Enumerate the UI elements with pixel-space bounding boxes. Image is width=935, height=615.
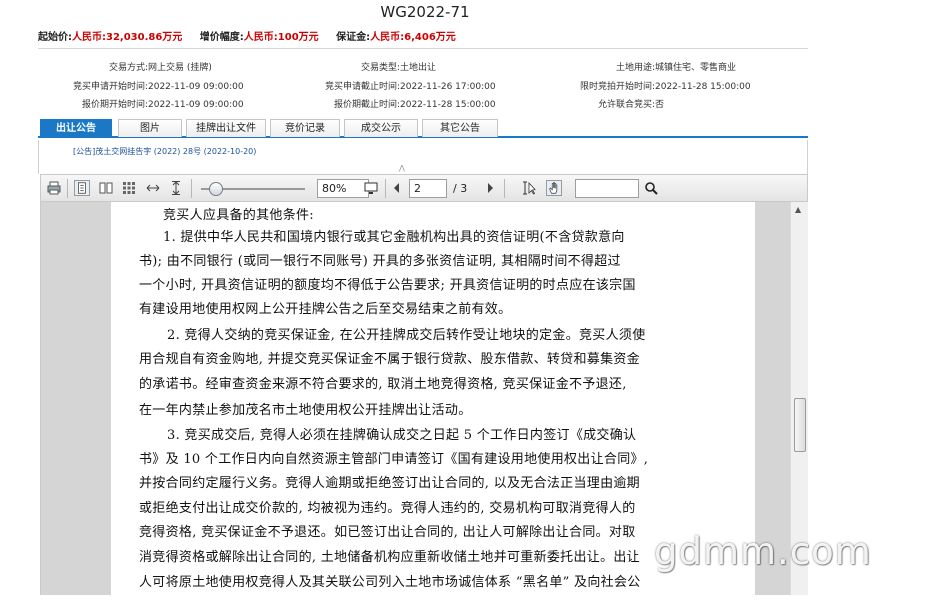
info-value: 2022-11-28 15:00:00 — [655, 82, 751, 92]
info-label: 土地用途: — [615, 63, 655, 73]
info-value: 2022-11-26 17:00:00 — [400, 82, 496, 92]
info-label: 限时竞拍开始时间: — [579, 82, 655, 92]
scroll-up-arrow-icon[interactable]: ▲ — [795, 205, 801, 214]
document-line: 的承诺书。经审查资金来源不符合要求的, 取消土地竞得资格, 竞买保证金不予退还, — [139, 377, 627, 392]
document-line: 消竞得资格或解除出让合同的, 土地储备机构应重新收储土地并可重新委托出让。出让 — [139, 550, 640, 565]
info-value: 土地出让 — [400, 63, 437, 73]
toolbar-separator — [385, 179, 386, 198]
info-land-use: 土地用途:城镇住宅、零售商业 — [550, 60, 736, 73]
single-page-icon[interactable] — [74, 180, 90, 196]
page-title: WG2022-71 — [380, 3, 470, 21]
fit-width-icon[interactable] — [145, 180, 161, 196]
info-quote-end: 报价期截止时间:2022-11-28 15:00:00 — [290, 97, 496, 110]
info-value: 2022-11-28 15:00:00 — [400, 100, 496, 110]
document-line: 书》及 10 个工作日内向自然资源主管部门申请签订《国有建设用地使用权出让合同》… — [139, 452, 649, 467]
info-trade-type: 交易类型:土地出让 — [290, 60, 436, 73]
info-value: 2022-11-09 09:00:00 — [148, 100, 244, 110]
page-total: / 3 — [453, 182, 468, 195]
document-line: 有建设用地使用权网上公开挂牌公告之后至交易结束之前有效。 — [139, 302, 512, 317]
start-price-label: 起始价: — [38, 32, 72, 43]
deposit-label: 保证金: — [336, 32, 371, 43]
info-value: 网上交易 (挂牌) — [148, 63, 212, 73]
tab-listing-documents[interactable]: 挂牌出让文件 — [186, 119, 266, 137]
deposit-value: 人民币:6,406万元 — [370, 32, 456, 43]
thumbnail-grid-icon[interactable] — [121, 180, 137, 196]
document-line: 在一年内禁止参加茂名市土地使用权公开挂牌出让活动。 — [139, 403, 472, 418]
zoom-slider-knob[interactable] — [209, 182, 223, 196]
tab-other-notices[interactable]: 其它公告 — [422, 119, 498, 137]
toolbar-separator — [67, 179, 68, 198]
document-line: 或拒绝支付出让成交价款的, 均被视为违约。竞得人违约的, 交易机构可取消竞得人的 — [139, 501, 636, 516]
tab-bid-records[interactable]: 竞价记录 — [270, 119, 340, 137]
notice-panel: [公告]茂土交网挂告字 (2022) 28号 (2022-10-20) ⋀ — [38, 140, 808, 174]
info-value: 2022-11-09 09:00:00 — [148, 82, 244, 92]
info-value: 城镇住宅、零售商业 — [655, 63, 737, 73]
document-line: 一个小时, 开具资信证明的额度均不得低于公告要求; 开具资信证明的时点应在该宗国 — [139, 278, 636, 293]
site-watermark: gdmm.com — [654, 530, 872, 573]
info-quote-start: 报价期开始时间:2022-11-09 09:00:00 — [45, 97, 244, 110]
fullscreen-monitor-icon[interactable] — [363, 180, 379, 196]
info-label: 允许联合竞买: — [597, 100, 655, 110]
info-label: 竞买申请截止时间: — [324, 82, 400, 92]
info-label: 竞买申请开始时间: — [72, 82, 148, 92]
info-auction-start: 限时竞拍开始时间:2022-11-28 15:00:00 — [550, 79, 751, 92]
document-line: 人可将原土地使用权竞得人及其关联公司列入土地市场诚信体系 “黑名单” 及向社会公 — [139, 575, 641, 590]
pdf-toolbar: 80% 2 / 3 — [40, 174, 808, 202]
document-line: 1. 提供中华人民共和国境内银行或其它金融机构出具的资信证明(不含贷款意向 — [163, 230, 625, 245]
increment-value: 人民币:100万元 — [243, 32, 319, 43]
toolbar-separator — [191, 179, 192, 198]
info-label: 交易类型: — [360, 63, 400, 73]
info-label: 报价期截止时间: — [333, 100, 400, 110]
tab-bar: 出让公告 图片 挂牌出让文件 竞价记录 成交公示 其它公告 — [38, 118, 808, 138]
toolbar-separator — [504, 179, 505, 198]
document-line: 竞得资格, 竞买保证金不予退还。如已签订出让合同的, 出让人可解除出让合同。对取 — [139, 525, 636, 540]
next-page-icon[interactable] — [482, 180, 498, 196]
two-page-icon[interactable] — [98, 180, 114, 196]
collapse-grip-icon[interactable]: ⋀ — [399, 164, 405, 172]
document-line: 并按合同约定履行义务。竞得人逾期或拒绝签订出让合同的, 以及无合法正当理由逾期 — [139, 476, 640, 491]
document-line: 3. 竞买成交后, 竞得人必须在挂牌确认成交之日起 5 个工作日内签订《成交确认 — [167, 428, 637, 443]
info-joint-bid: 允许联合竞买:否 — [550, 97, 664, 110]
start-price-value: 人民币:32,030.86万元 — [72, 32, 183, 43]
info-label: 交易方式: — [108, 63, 148, 73]
info-apply-end: 竞买申请截止时间:2022-11-26 17:00:00 — [290, 79, 496, 92]
print-icon[interactable] — [46, 180, 62, 196]
tab-images[interactable]: 图片 — [118, 119, 182, 137]
hand-tool-icon[interactable] — [546, 180, 562, 196]
tab-transfer-notice[interactable]: 出让公告 — [40, 119, 112, 137]
scrollbar-thumb[interactable] — [794, 398, 806, 452]
document-line: 2. 竞得人交纳的竞买保证金, 在公开挂牌成交后转作受让地块的定金。竞买人须使 — [167, 328, 646, 343]
text-select-icon[interactable] — [521, 180, 537, 196]
previous-page-icon[interactable] — [389, 180, 405, 196]
document-line: 竞买人应具备的其他条件: — [163, 208, 314, 223]
info-trade-method: 交易方式:网上交易 (挂牌) — [45, 60, 212, 73]
fit-height-icon[interactable] — [168, 180, 184, 196]
header-divider — [38, 48, 808, 49]
notice-link[interactable]: [公告]茂土交网挂告字 (2022) 28号 (2022-10-20) — [73, 146, 256, 157]
price-summary: 起始价:人民币:32,030.86万元 增价幅度:人民币:100万元 保证金:人… — [38, 28, 470, 43]
document-line: 书); 由不同银行 (或同一银行不同账号) 开具的多张资信证明, 其相隔时间不得… — [139, 254, 621, 269]
search-icon[interactable] — [643, 180, 659, 196]
search-input[interactable] — [575, 179, 639, 198]
info-label: 报价期开始时间: — [81, 100, 148, 110]
info-value: 否 — [655, 100, 665, 110]
tab-deal-publicity[interactable]: 成交公示 — [344, 119, 418, 137]
info-apply-start: 竞买申请开始时间:2022-11-09 09:00:00 — [45, 79, 244, 92]
page-number-input[interactable]: 2 — [409, 179, 447, 198]
increment-label: 增价幅度: — [199, 32, 244, 43]
document-line: 用合规自有资金购地, 并提交竞买保证金不属于银行贷款、股东借款、转贷和募集资金 — [139, 352, 640, 367]
zoom-level-input[interactable]: 80% — [317, 179, 369, 198]
